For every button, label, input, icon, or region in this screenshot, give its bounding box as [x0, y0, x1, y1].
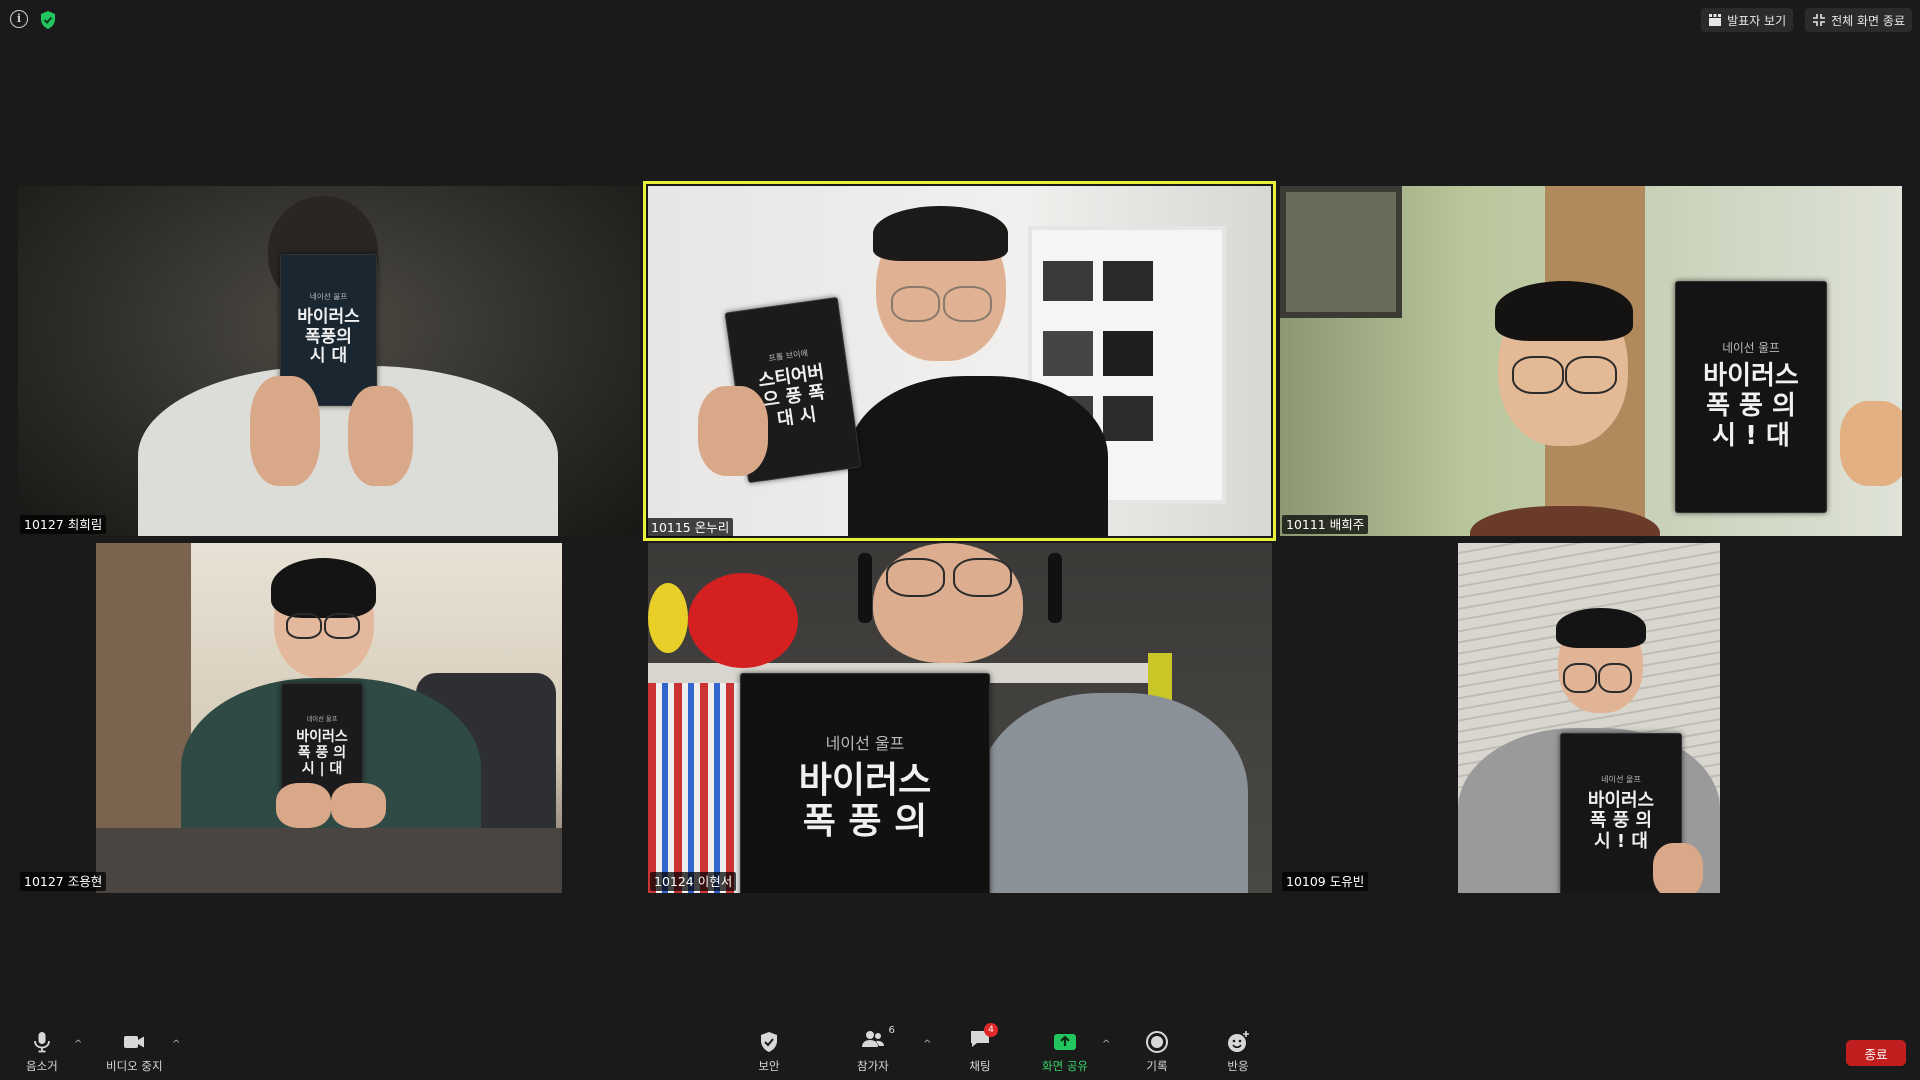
share-options-caret-icon[interactable]: ^: [1102, 1039, 1110, 1050]
video-tile-1[interactable]: 네이선 울프 바이러스 폭풍의 시 대 10127 최희림: [18, 186, 640, 536]
reactions-button[interactable]: 반응: [1226, 1030, 1250, 1074]
stop-video-button[interactable]: 비디오 중지: [106, 1030, 163, 1074]
mute-label: 음소거: [26, 1059, 58, 1073]
security-button[interactable]: 보안: [757, 1030, 781, 1074]
video-feed: 네이선 울프 바이러스 폭 풍 의시 ! 대: [1280, 186, 1902, 536]
participant-name-tag: 10127 조용현: [20, 872, 107, 891]
participant-name-tag: 10127 최희림: [20, 515, 107, 534]
top-left-status: i: [10, 10, 58, 30]
participant-name-tag: 10109 도유빈: [1282, 872, 1369, 891]
participants-options-caret-icon[interactable]: ^: [923, 1039, 931, 1050]
video-tile-4[interactable]: 네이선 울프 바이러스 폭 풍 의시 | 대 10127 조용현: [18, 543, 640, 893]
security-label: 보안: [758, 1059, 780, 1073]
share-screen-icon: [1053, 1034, 1076, 1050]
video-feed: 네이선 울프 바이러스 폭 풍 의시 | 대: [96, 543, 562, 893]
stop-video-label: 비디오 중지: [106, 1059, 163, 1073]
participants-icon: [861, 1031, 884, 1047]
meeting-toolbar: 음소거 ^ 비디오 중지 ^ 보안 6 참가자 ^ 4 채팅 화면 공유 ^ 기…: [0, 1012, 1920, 1080]
chat-label: 채팅: [969, 1059, 991, 1073]
speaker-view-label: 발표자 보기: [1727, 13, 1787, 28]
shield-icon: [761, 1032, 777, 1052]
participants-count: 6: [888, 1025, 895, 1036]
record-icon: [1146, 1031, 1168, 1053]
video-options-caret-icon[interactable]: ^: [172, 1039, 180, 1050]
end-meeting-label: 종료: [1864, 1046, 1888, 1062]
video-tile-5[interactable]: 네이선 울프 바이러스 폭 풍 의 10124 이현서: [648, 543, 1272, 893]
video-tile-2-active-speaker[interactable]: 프롤 브이에 스티어버 으 풍 폭대 시 10115 온누리: [643, 181, 1276, 541]
video-tile-6[interactable]: 네이선 울프 바이러스 폭 풍 의시 ! 대 10109 도유빈: [1280, 543, 1902, 893]
participants-button[interactable]: 6 참가자: [857, 1025, 895, 1074]
grid-icon: [1709, 14, 1722, 26]
mute-button[interactable]: 음소거: [26, 1030, 58, 1074]
audio-options-caret-icon[interactable]: ^: [74, 1039, 82, 1050]
participant-name-tag: 10111 배희주: [1282, 515, 1369, 534]
video-tile-3[interactable]: 네이선 울프 바이러스 폭 풍 의시 ! 대 10111 배희주: [1280, 186, 1902, 536]
record-label: 기록: [1146, 1059, 1168, 1073]
top-right-controls: 발표자 보기 전체 화면 종료: [1701, 8, 1912, 32]
end-meeting-button[interactable]: 종료: [1846, 1040, 1906, 1066]
speaker-view-button[interactable]: 발표자 보기: [1701, 8, 1794, 32]
exit-fullscreen-icon: [1813, 14, 1826, 26]
video-feed: 네이선 울프 바이러스 폭풍의 시 대: [18, 186, 640, 536]
video-feed: 네이선 울프 바이러스 폭 풍 의: [648, 543, 1272, 893]
record-button[interactable]: 기록: [1145, 1030, 1169, 1074]
video-feed: 네이선 울프 바이러스 폭 풍 의시 ! 대: [1458, 543, 1720, 893]
chat-button[interactable]: 4 채팅: [968, 1023, 998, 1074]
reactions-label: 반응: [1227, 1059, 1249, 1073]
emoji-reaction-icon: [1228, 1031, 1249, 1052]
exit-fullscreen-button[interactable]: 전체 화면 종료: [1805, 8, 1912, 32]
participants-label: 참가자: [857, 1059, 889, 1073]
microphone-icon: [33, 1032, 50, 1053]
participant-name-tag: 10115 온누리: [647, 518, 734, 537]
share-screen-label: 화면 공유: [1042, 1059, 1088, 1073]
zoom-meeting-window: i 발표자 보기 전체 화면 종료 네이선 울프 바이러스 폭풍의 시 대 10…: [0, 0, 1920, 1080]
info-icon[interactable]: i: [10, 10, 28, 28]
participant-name-tag: 10124 이현서: [650, 872, 737, 891]
exit-fullscreen-label: 전체 화면 종료: [1831, 13, 1905, 28]
video-camera-icon: [124, 1036, 145, 1048]
shield-check-icon[interactable]: [38, 10, 58, 30]
video-feed: 프롤 브이에 스티어버 으 풍 폭대 시: [648, 186, 1271, 536]
chat-unread-badge: 4: [984, 1023, 998, 1037]
share-screen-button[interactable]: 화면 공유: [1042, 1030, 1088, 1074]
